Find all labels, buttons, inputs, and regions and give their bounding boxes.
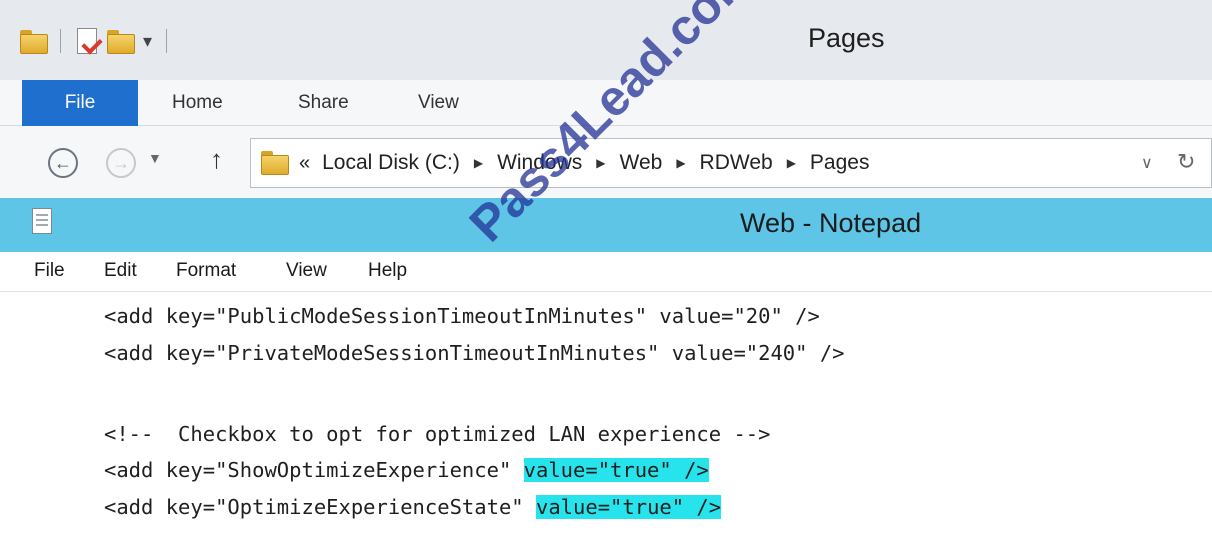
notepad-icon[interactable] [32, 208, 52, 234]
breadcrumb-web[interactable]: Web [620, 151, 663, 175]
tab-share[interactable]: Share [298, 92, 349, 114]
up-arrow-icon[interactable]: ↑ [210, 144, 223, 175]
refresh-icon[interactable]: ↻ [1177, 149, 1195, 175]
code-line: <add key="PrivateModeSessionTimeoutInMin… [104, 341, 845, 365]
properties-icon[interactable] [75, 28, 99, 54]
highlighted-text: value="true" /> [535, 495, 722, 519]
forward-button[interactable]: → [106, 148, 136, 178]
menu-help[interactable]: Help [368, 260, 407, 282]
customize-toolbar-icon[interactable]: ▾ [143, 31, 152, 52]
chevron-right-icon[interactable]: ▶ [676, 156, 685, 170]
notepad-menubar: File Edit Format View Help [0, 252, 1212, 292]
chevron-right-icon[interactable]: ▶ [787, 156, 796, 170]
code-line: <add key="PublicModeSessionTimeoutInMinu… [104, 304, 820, 328]
tab-file[interactable]: File [22, 80, 138, 126]
menu-file[interactable]: File [34, 260, 65, 282]
notepad-titlebar: Web - Notepad [0, 198, 1212, 252]
ribbon: File Home Share View [0, 80, 1212, 126]
quick-access-toolbar: ▾ [20, 24, 181, 58]
breadcrumb: « Local Disk (C:) ▶ Windows ▶ Web ▶ RDWe… [299, 151, 869, 175]
address-dropdown-icon[interactable]: ∨ [1141, 153, 1153, 173]
code-line: <!-- Checkbox to opt for optimized LAN e… [104, 422, 771, 446]
folder-icon [261, 151, 289, 175]
navigation-bar: ← → ▼ ↑ « Local Disk (C:) ▶ Windows ▶ We… [0, 126, 1212, 198]
menu-view[interactable]: View [286, 260, 327, 282]
code-text: <add key="ShowOptimizeExperience" [104, 458, 524, 482]
breadcrumb-pages[interactable]: Pages [810, 151, 870, 175]
breadcrumb-windows[interactable]: Windows [497, 151, 582, 175]
menu-format[interactable]: Format [176, 260, 236, 282]
toolbar-separator [166, 29, 168, 53]
code-line: <add key="OptimizeExperienceState" value… [104, 495, 722, 519]
highlighted-text: value="true" /> [523, 458, 709, 482]
address-bar[interactable]: « Local Disk (C:) ▶ Windows ▶ Web ▶ RDWe… [250, 138, 1212, 188]
folder-icon[interactable] [20, 30, 48, 54]
chevron-left-icon[interactable]: « [299, 152, 310, 175]
breadcrumb-local-disk[interactable]: Local Disk (C:) [322, 151, 460, 175]
chevron-right-icon[interactable]: ▶ [596, 156, 605, 170]
notepad-title: Web - Notepad [740, 208, 922, 238]
explorer-titlebar: ▾ Pages [0, 0, 1212, 80]
menu-edit[interactable]: Edit [104, 260, 137, 282]
back-button[interactable]: ← [48, 148, 78, 178]
code-line: <add key="ShowOptimizeExperience" value=… [104, 458, 709, 482]
breadcrumb-rdweb[interactable]: RDWeb [700, 151, 773, 175]
recent-locations-icon[interactable]: ▼ [148, 150, 162, 166]
notepad-text-area[interactable]: <add key="PublicModeSessionTimeoutInMinu… [0, 292, 1212, 550]
chevron-right-icon[interactable]: ▶ [474, 156, 483, 170]
new-folder-icon[interactable] [107, 30, 135, 54]
toolbar-separator [60, 29, 61, 53]
code-text: <add key="OptimizeExperienceState" [104, 495, 536, 519]
tab-view[interactable]: View [418, 92, 459, 114]
window-title: Pages [808, 23, 885, 53]
tab-home[interactable]: Home [172, 92, 223, 114]
